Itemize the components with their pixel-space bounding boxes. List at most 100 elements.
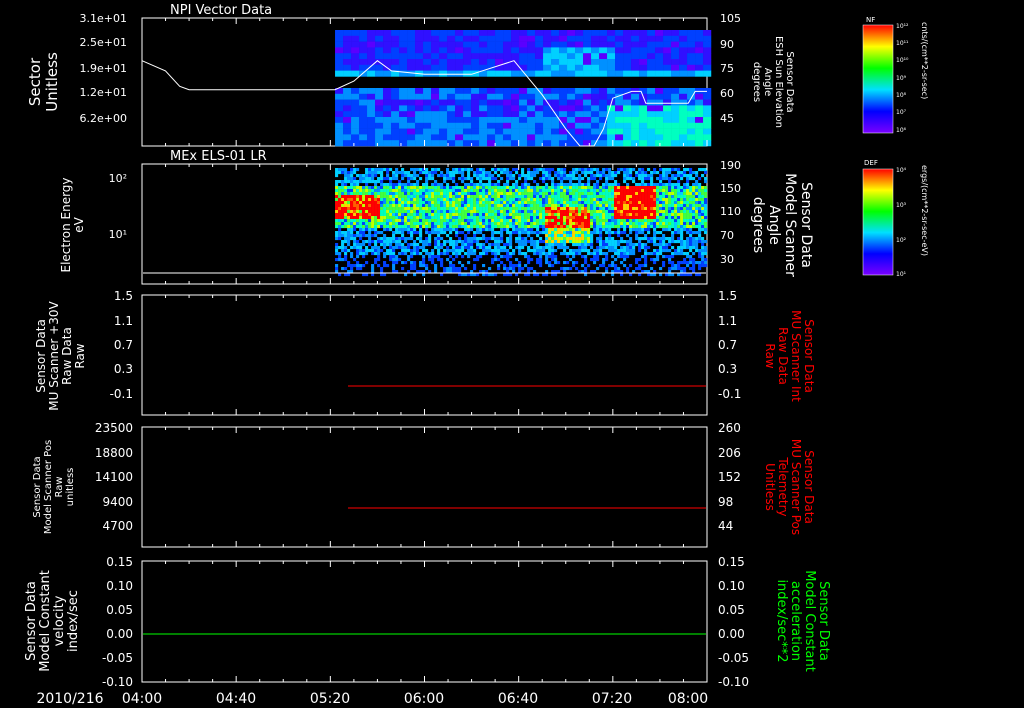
spectrogram-cell <box>539 219 543 223</box>
spectrogram-cell <box>581 198 585 202</box>
spectrogram-cell <box>471 99 480 106</box>
spectrogram-cell <box>662 240 666 244</box>
colorbar-tick: 10¹¹ <box>896 40 909 47</box>
spectrogram-cell <box>647 105 656 112</box>
spectrogram-cell <box>611 231 615 235</box>
spectrogram-cell <box>668 225 672 229</box>
spectrogram-cell <box>536 186 540 190</box>
spectrogram-cell <box>663 53 672 60</box>
spectrogram-cell <box>488 246 492 250</box>
spectrogram-cell <box>503 128 512 135</box>
spectrogram-cell <box>650 222 654 226</box>
panel-model-constant: 0.15 0.10 0.05 0.00 -0.05 -0.10 0.15 0.1… <box>24 555 831 689</box>
spectrogram-cell <box>419 222 423 226</box>
spectrogram-cell <box>455 222 459 226</box>
spectrogram-cell <box>599 30 608 37</box>
spectrogram-cell <box>527 140 536 147</box>
spectrogram-cell <box>437 216 441 220</box>
spectrogram-cell <box>602 195 606 199</box>
spectrogram-cell <box>351 30 360 37</box>
spectrogram-cell <box>536 225 540 229</box>
spectrogram-cell <box>431 30 440 37</box>
spectrogram-cell <box>423 59 432 66</box>
spectrogram-cell <box>395 201 399 205</box>
spectrogram-cell <box>343 64 352 71</box>
spectrogram-cell <box>626 213 630 217</box>
spectrogram-cell <box>635 195 639 199</box>
spectrogram-cell <box>368 210 372 214</box>
spectrogram-cell <box>655 111 664 118</box>
spectrogram-cell <box>367 111 376 118</box>
spectrogram-cell <box>680 186 684 190</box>
spectrogram-cell <box>399 64 408 71</box>
spectrogram-cell <box>704 204 708 208</box>
spectrogram-cell <box>623 264 627 268</box>
spectrogram-cell <box>371 210 375 214</box>
spectrogram-cell <box>344 183 348 187</box>
spectrogram-cell <box>543 41 552 48</box>
spectrogram-cell <box>443 177 447 181</box>
spectrogram-cell <box>487 47 496 54</box>
spectrogram-cell <box>463 47 472 54</box>
spectrogram-cell <box>386 177 390 181</box>
spectrogram-cell <box>611 243 615 247</box>
spectrogram-cell <box>683 252 687 256</box>
spectrogram-cell <box>560 225 564 229</box>
spectrogram-cell <box>620 204 624 208</box>
panel-els: MEx ELS-01 LR 10² 10¹ 190 150 110 70 30 … <box>59 149 929 285</box>
spectrogram-cell <box>572 207 576 211</box>
spectrogram-cell <box>611 171 615 175</box>
spectrogram-cell <box>391 111 400 118</box>
spectrogram-cell <box>680 171 684 175</box>
spectrogram-cell <box>389 186 393 190</box>
spectrogram-cell <box>644 183 648 187</box>
spectrogram-cell <box>452 195 456 199</box>
spectrogram-cell <box>656 201 660 205</box>
spectrogram-cell <box>704 192 708 196</box>
spectrogram-cell <box>449 207 453 211</box>
spectrogram-cell <box>626 198 630 202</box>
spectrogram-cell <box>407 177 411 181</box>
spectrogram-cell <box>503 207 507 211</box>
spectrogram-cell <box>452 180 456 184</box>
spectrogram-cell <box>695 99 704 106</box>
spectrogram-cell <box>356 267 360 271</box>
spectrogram-cell <box>542 204 546 208</box>
spectrogram-cell <box>401 174 405 178</box>
spectrogram-cell <box>356 183 360 187</box>
spectrogram-cell <box>341 180 345 184</box>
spectrogram-cell <box>655 59 664 66</box>
spectrogram-cell <box>593 186 597 190</box>
spectrogram-cell <box>395 216 399 220</box>
spectrogram-cell <box>572 228 576 232</box>
spectrogram-cell <box>428 243 432 247</box>
spectrogram-cell <box>671 41 680 48</box>
spectrogram-cell <box>479 213 483 217</box>
spectrogram-cell <box>383 201 387 205</box>
spectrogram-cell <box>593 216 597 220</box>
spectrogram-cell <box>695 261 699 265</box>
spectrogram-cell <box>491 198 495 202</box>
spectrogram-cell <box>695 171 699 175</box>
spectrogram-cell <box>527 255 531 259</box>
spectrogram-cell <box>512 225 516 229</box>
spectrogram-cell <box>683 240 687 244</box>
spectrogram-cell <box>639 122 648 129</box>
spectrogram-cell <box>375 122 384 129</box>
spectrogram-cell <box>359 195 363 199</box>
spectrogram-cell <box>560 222 564 226</box>
spectrogram-cell <box>665 195 669 199</box>
spectrogram-cell <box>488 174 492 178</box>
spectrogram-cell <box>467 261 471 265</box>
spectrogram-cell <box>434 195 438 199</box>
spectrogram-cell <box>488 222 492 226</box>
spectrogram-cell <box>692 201 696 205</box>
spectrogram-cell <box>668 249 672 253</box>
spectrogram-cell <box>557 201 561 205</box>
spectrogram-cell <box>521 174 525 178</box>
spectrogram-cell <box>347 249 351 253</box>
spectrogram-cell <box>511 93 520 100</box>
spectrogram-cell <box>431 210 435 214</box>
spectrogram-cell <box>596 222 600 226</box>
spectrogram-cell <box>692 171 696 175</box>
